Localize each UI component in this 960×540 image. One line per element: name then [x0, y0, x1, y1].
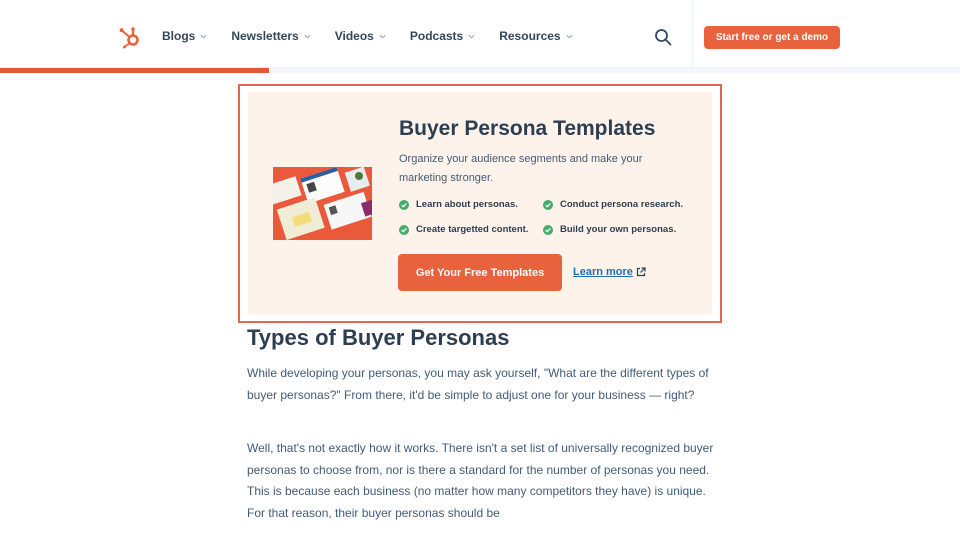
main-nav: Blogs Newsletters Videos Podcasts Resour…	[162, 29, 597, 43]
chevron-down-icon	[304, 34, 311, 38]
external-link-icon	[636, 267, 646, 277]
reading-progress-fill	[0, 68, 269, 73]
chevron-down-icon	[379, 34, 386, 38]
top-navigation: Blogs Newsletters Videos Podcasts Resour…	[0, 0, 960, 68]
nav-item-blogs[interactable]: Blogs	[162, 29, 207, 43]
nav-label: Resources	[499, 29, 561, 43]
nav-label: Blogs	[162, 29, 196, 43]
nav-item-newsletters[interactable]: Newsletters	[231, 29, 311, 43]
promo-title: Buyer Persona Templates	[399, 117, 656, 140]
chevron-down-icon	[468, 34, 475, 38]
persona-templates-illustration	[273, 167, 372, 240]
nav-label: Videos	[334, 29, 374, 43]
header-divider	[692, 0, 693, 68]
get-free-templates-button[interactable]: Get Your Free Templates	[398, 254, 562, 291]
learn-more-link[interactable]: Learn more	[573, 266, 646, 278]
check-circle-icon	[399, 199, 409, 210]
promo-bullet: Create targetted content.	[399, 224, 528, 235]
nav-item-resources[interactable]: Resources	[499, 29, 573, 43]
promo-bullet: Build your own personas.	[543, 224, 676, 235]
bullet-text: Build your own personas.	[560, 224, 677, 235]
reading-progress-bar	[0, 68, 960, 73]
nav-item-podcasts[interactable]: Podcasts	[410, 29, 475, 43]
search-icon[interactable]	[654, 28, 672, 46]
chevron-down-icon	[200, 34, 207, 38]
nav-label: Podcasts	[409, 29, 464, 43]
promo-bullet: Learn about personas.	[399, 199, 518, 210]
hubspot-logo-icon[interactable]	[118, 25, 142, 49]
bullet-text: Learn about personas.	[416, 199, 518, 210]
article-paragraph: Well, that's not exactly how it works. T…	[247, 441, 714, 520]
promo-description: Organize your audience segments and make…	[399, 153, 643, 184]
check-circle-icon	[543, 199, 553, 210]
promo-bullet: Conduct persona research.	[543, 199, 683, 210]
check-circle-icon	[399, 224, 409, 235]
nav-item-videos[interactable]: Videos	[335, 29, 386, 43]
bullet-text: Create targetted content.	[416, 224, 529, 235]
article-heading: Types of Buyer Personas	[247, 325, 510, 350]
bullet-text: Conduct persona research.	[560, 199, 684, 210]
start-free-demo-button[interactable]: Start free or get a demo	[704, 26, 840, 49]
learn-more-label: Learn more	[573, 266, 633, 278]
chevron-down-icon	[566, 34, 573, 38]
article-paragraph: While developing your personas, you may …	[247, 366, 709, 402]
persona-templates-image[interactable]	[273, 167, 372, 240]
nav-label: Newsletters	[231, 29, 299, 43]
check-circle-icon	[543, 224, 553, 235]
